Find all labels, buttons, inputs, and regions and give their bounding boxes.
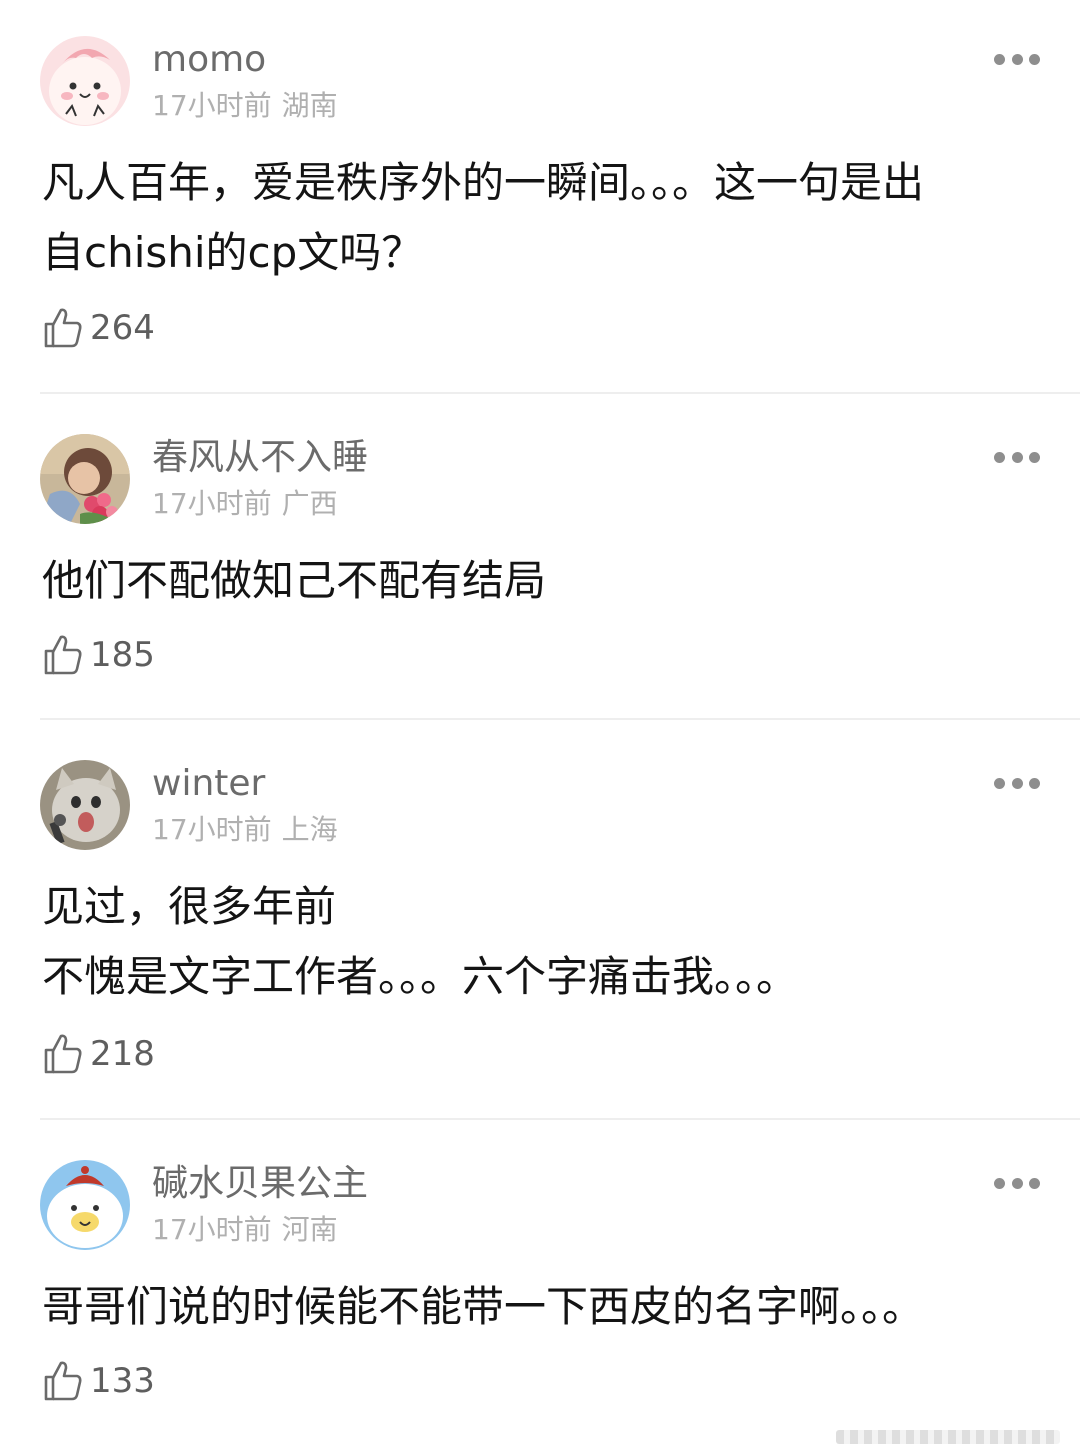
- more-dots-icon: [1011, 451, 1023, 463]
- comment-item: winter 17小时前 上海 见过，很多年前 不愧是文字工作者。。。六个字痛击我…: [0, 724, 1080, 1120]
- user-avatar[interactable]: [40, 36, 130, 126]
- comment-text-line: 见过，很多年前: [42, 882, 337, 931]
- username[interactable]: 碱水贝果公主: [152, 1162, 368, 1206]
- thumbs-up-icon: [44, 308, 82, 348]
- more-options-button[interactable]: [994, 776, 1040, 790]
- like-count: 133: [90, 1361, 155, 1401]
- comment-location: 广西: [281, 487, 338, 520]
- divider: [40, 1118, 1080, 1120]
- comment-time: 17小时前: [152, 1213, 272, 1246]
- comment-text: 他们不配做知己不配有结局: [42, 546, 1032, 616]
- user-avatar[interactable]: [40, 760, 130, 850]
- comment-location: 上海: [281, 813, 338, 846]
- comment-item: 碱水贝果公主 17小时前 河南 哥哥们说的时候能不能带一下西皮的名字啊。。。 13…: [0, 1124, 1080, 1451]
- comment-location: 湖南: [281, 89, 338, 122]
- person-with-flowers-avatar-icon: [40, 434, 130, 524]
- cat-with-microphone-avatar-icon: [40, 760, 130, 850]
- like-count: 185: [90, 635, 155, 675]
- comment-text-line: 凡人百年，爱是秩序外的一瞬间。。。这一句是出: [42, 158, 925, 207]
- comment-text-line: 不愧是文字工作者。。。六个字痛击我。。。: [42, 952, 799, 1001]
- comment-location: 河南: [281, 1213, 338, 1246]
- comment-text: 凡人百年，爱是秩序外的一瞬间。。。这一句是出 自chishi的cp文吗？: [42, 148, 1032, 288]
- more-dots-icon: [1011, 53, 1023, 65]
- more-options-button[interactable]: [994, 52, 1040, 66]
- like-button[interactable]: 185: [42, 633, 155, 677]
- user-avatar[interactable]: [40, 1160, 130, 1250]
- username[interactable]: 春风从不入睡: [152, 436, 368, 480]
- watermark-strip: [836, 1430, 1060, 1444]
- comment-meta: 17小时前 湖南: [152, 88, 338, 124]
- comment-time: 17小时前: [152, 89, 272, 122]
- comment-text: 见过，很多年前 不愧是文字工作者。。。六个字痛击我。。。: [42, 872, 1032, 1012]
- more-dots-icon: [1011, 777, 1023, 789]
- comment-text-line: 哥哥们说的时候能不能带一下西皮的名字啊。。。: [42, 1282, 925, 1331]
- more-dots-icon: [1011, 1177, 1023, 1189]
- like-count: 218: [90, 1034, 155, 1074]
- bear-with-hat-avatar-icon: [40, 1160, 130, 1250]
- comment-time: 17小时前: [152, 487, 272, 520]
- divider: [40, 392, 1080, 394]
- thumbs-up-icon: [44, 1034, 82, 1074]
- more-dots-icon: [1029, 1177, 1040, 1189]
- comment-text-line: 自chishi的cp文吗？: [42, 228, 424, 277]
- more-dots-icon: [994, 451, 1005, 463]
- comment-meta: 17小时前 上海: [152, 812, 338, 848]
- like-count: 264: [90, 308, 155, 348]
- pink-bear-avatar-icon: [40, 36, 130, 126]
- username[interactable]: winter: [152, 762, 265, 806]
- comment-time: 17小时前: [152, 813, 272, 846]
- more-dots-icon: [994, 777, 1005, 789]
- more-options-button[interactable]: [994, 450, 1040, 464]
- more-dots-icon: [994, 53, 1005, 65]
- comment-meta: 17小时前 广西: [152, 486, 338, 522]
- thumbs-up-icon: [44, 635, 82, 675]
- comment-item: 春风从不入睡 17小时前 广西 他们不配做知己不配有结局 185: [0, 398, 1080, 720]
- comment-feed: momo 17小时前 湖南 凡人百年，爱是秩序外的一瞬间。。。这一句是出 自chi…: [0, 0, 1080, 1451]
- thumbs-up-icon: [44, 1361, 82, 1401]
- more-dots-icon: [1029, 451, 1040, 463]
- like-button[interactable]: 133: [42, 1359, 155, 1403]
- more-dots-icon: [1029, 777, 1040, 789]
- comment-text: 哥哥们说的时候能不能带一下西皮的名字啊。。。: [42, 1272, 1032, 1342]
- user-avatar[interactable]: [40, 434, 130, 524]
- like-button[interactable]: 264: [42, 306, 155, 350]
- more-dots-icon: [1029, 53, 1040, 65]
- more-dots-icon: [994, 1177, 1005, 1189]
- divider: [40, 718, 1080, 720]
- more-options-button[interactable]: [994, 1176, 1040, 1190]
- username[interactable]: momo: [152, 38, 266, 82]
- comment-meta: 17小时前 河南: [152, 1212, 338, 1248]
- comment-item: momo 17小时前 湖南 凡人百年，爱是秩序外的一瞬间。。。这一句是出 自chi…: [0, 0, 1080, 394]
- comment-text-line: 他们不配做知己不配有结局: [42, 556, 547, 605]
- like-button[interactable]: 218: [42, 1032, 155, 1076]
